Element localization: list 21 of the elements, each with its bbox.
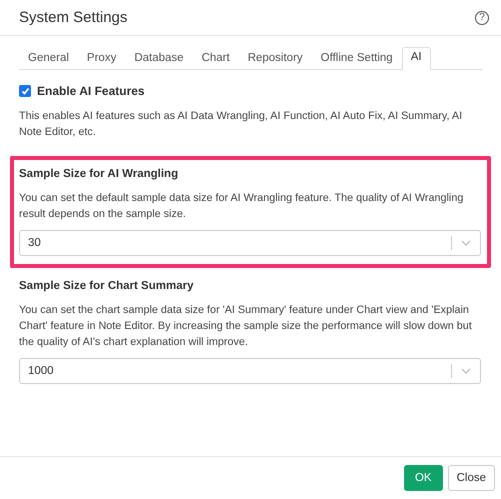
- tab[interactable]: Chart: [192, 48, 239, 70]
- description: You can set the chart sample data size for 'AI Summary' feature under Chart view and 'Explain Chart' feature in Note Editor. By increasing the sample size the performance will slow down but the quality of AI's chart explanation will improve.: [19, 303, 473, 350]
- tab[interactable]: AI: [402, 47, 431, 70]
- checkbox[interactable]: [19, 85, 31, 97]
- section-title: Sample Size for Chart Summary: [19, 280, 194, 292]
- section-title: Sample Size for AI Wrangling: [19, 168, 180, 180]
- tab[interactable]: General: [19, 48, 78, 70]
- tab[interactable]: Repository: [238, 48, 312, 70]
- close-button[interactable]: Close: [448, 465, 495, 491]
- description: You can set the default sample data size for AI Wrangling feature. The quality of AI Wrangling result depends on the sample size.: [19, 191, 464, 222]
- tab[interactable]: Offline Setting: [312, 48, 402, 70]
- tab[interactable]: Database: [125, 48, 193, 70]
- help-icon[interactable]: ?: [475, 10, 489, 24]
- chevron-down-icon: [461, 240, 471, 246]
- window-title: System Settings: [19, 9, 128, 26]
- checkbox-label: Enable AI Features: [37, 84, 145, 98]
- dropdown[interactable]: 30: [19, 230, 481, 256]
- tab[interactable]: Proxy: [78, 48, 126, 70]
- dropdown[interactable]: 1000: [19, 358, 481, 384]
- chevron-down-icon: [461, 368, 471, 374]
- description: This enables AI features such as AI Data Wrangling, AI Function, AI Auto Fix, AI Summary, AI Note Editor, etc.: [19, 109, 464, 140]
